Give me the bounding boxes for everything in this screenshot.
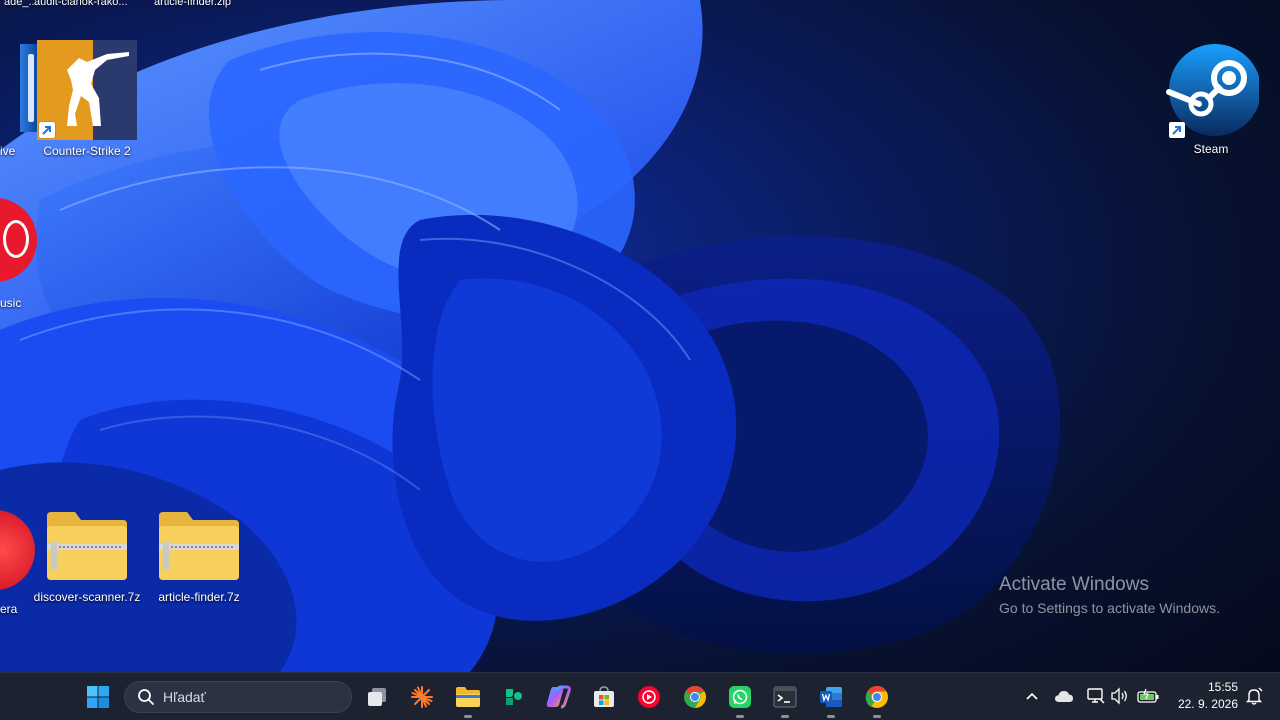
taskbar: Hľadať 15:55 22. 9. 2026 [0, 672, 1280, 720]
tray-volume[interactable] [1109, 685, 1131, 707]
taskbar-chrome-canary[interactable] [861, 681, 893, 718]
taskbar-youtube-music[interactable] [633, 681, 665, 713]
whatsapp-icon [729, 686, 751, 708]
taskbar-word[interactable] [815, 681, 847, 718]
taskbar-copilot[interactable] [542, 681, 574, 713]
desktop-icon-label: usic [0, 296, 22, 310]
tray-onedrive[interactable] [1053, 685, 1075, 707]
chrome-icon [684, 686, 706, 708]
taskbar-app-sparkle[interactable] [406, 681, 438, 713]
activate-windows-subtitle: Go to Settings to activate Windows. [999, 600, 1220, 616]
clock-date: 22. 9. 2026 [1177, 697, 1238, 711]
start-button[interactable] [82, 681, 114, 713]
steam-icon [1163, 42, 1261, 138]
app-green-icon [506, 689, 522, 705]
task-view-button[interactable] [361, 681, 393, 713]
youtube-music-icon [0, 198, 37, 286]
task-view-icon [368, 688, 386, 706]
taskbar-whatsapp[interactable] [724, 681, 756, 718]
desktop-icon-label: article-finder.7z [158, 590, 240, 604]
speaker-icon [1111, 687, 1127, 705]
notification-icon [1245, 687, 1263, 705]
file-explorer-icon [456, 687, 480, 707]
clock-time: 15:55 [1207, 680, 1238, 694]
activate-windows-title: Activate Windows [999, 574, 1149, 595]
top-label-1[interactable]: ade_... [4, 0, 38, 8]
zip-folder-icon [153, 506, 245, 586]
taskbar-search[interactable]: Hľadať [124, 681, 352, 713]
desktop-icon-label: discover-scanner.7z [33, 590, 141, 604]
running-indicator [873, 715, 881, 718]
running-indicator [736, 715, 744, 718]
desktop-icon-article-finder[interactable]: article-finder.7z [144, 506, 254, 604]
word-icon [820, 687, 842, 707]
search-icon [138, 689, 154, 705]
chrome-canary-icon [865, 686, 888, 708]
running-indicator [781, 715, 789, 718]
desktop-icon-label: Counter-Strike 2 [43, 144, 131, 158]
microsoft-store-icon [594, 686, 614, 707]
notification-center-button[interactable] [1243, 685, 1265, 707]
zip-folder-icon [41, 506, 133, 586]
top-label-3[interactable]: article-finder.zip [154, 0, 231, 8]
copilot-icon [546, 685, 571, 709]
counter-strike-icon [37, 40, 137, 140]
running-indicator [464, 715, 472, 718]
desktop-icon-youtube-music[interactable]: usic [0, 198, 50, 310]
running-indicator [827, 715, 835, 718]
desktop-icon-discover-scanner[interactable]: discover-scanner.7z [32, 506, 142, 604]
shortcut-arrow-icon [1169, 122, 1185, 138]
taskbar-terminal[interactable] [769, 681, 801, 718]
clock[interactable]: 15:55 22. 9. 2026 [1168, 679, 1238, 713]
onedrive-cloud-icon [1055, 691, 1073, 702]
taskbar-chrome[interactable] [679, 681, 711, 713]
desktop-icon-label: era [0, 602, 18, 616]
taskbar-file-explorer[interactable] [452, 681, 484, 718]
activate-windows-watermark: Activate Windows Go to Settings to activ… [999, 574, 1220, 616]
opera-icon [0, 510, 35, 590]
tray-network[interactable] [1085, 685, 1107, 707]
network-icon [1087, 688, 1105, 704]
top-label-2[interactable]: audit-clanok-rako... [34, 0, 128, 8]
desktop: ade_... audit-clanok-rako... article-fin… [0, 0, 1280, 672]
terminal-icon [773, 686, 797, 708]
tray-battery[interactable] [1137, 685, 1159, 707]
app-sparkle-icon [411, 686, 433, 708]
chevron-up-icon [1026, 692, 1038, 700]
taskbar-app-green[interactable] [497, 681, 529, 713]
battery-icon [1137, 688, 1159, 703]
taskbar-microsoft-store[interactable] [588, 681, 620, 713]
search-placeholder: Hľadať [163, 689, 206, 705]
desktop-icon-steam[interactable]: Steam [1156, 42, 1266, 156]
desktop-icon-label: Steam [1193, 142, 1229, 156]
desktop-icon-counter-strike-2[interactable]: Counter-Strike 2 [32, 40, 142, 158]
desktop-icon-label: ive [0, 144, 16, 158]
youtube-music-icon [638, 686, 660, 708]
show-hidden-icons-button[interactable] [1021, 685, 1043, 707]
windows-start-icon [87, 686, 109, 708]
shortcut-arrow-icon [39, 122, 55, 138]
